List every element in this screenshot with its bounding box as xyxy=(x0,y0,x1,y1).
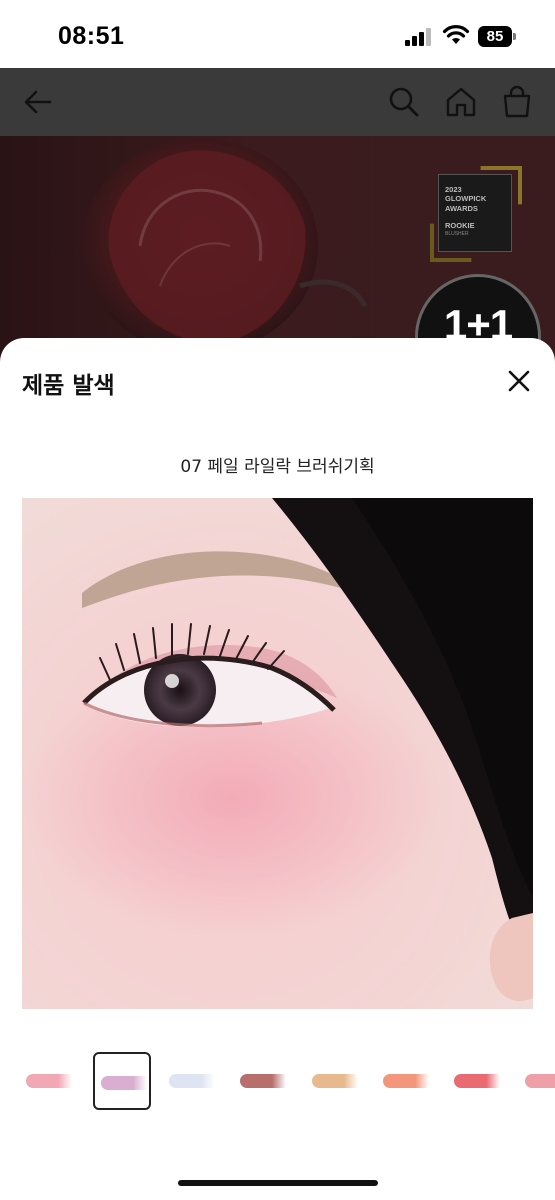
swatch-color xyxy=(169,1074,215,1088)
glowpick-award-badge: 2023 GLOWPICK AWARDS ROOKIE BLUSHER xyxy=(430,166,522,262)
award-line2: AWARDS xyxy=(445,203,478,213)
swatch-color xyxy=(26,1074,72,1088)
battery-indicator: 85 xyxy=(478,26,518,47)
wifi-icon xyxy=(442,25,470,44)
close-icon[interactable] xyxy=(502,364,536,398)
model-eye-photo xyxy=(22,498,533,1009)
swatch-option-selected[interactable] xyxy=(93,1052,151,1110)
swatch-option[interactable] xyxy=(234,1052,292,1110)
swatch-option[interactable] xyxy=(519,1052,555,1110)
swatch-color xyxy=(454,1074,500,1088)
shopping-bag-icon[interactable] xyxy=(499,84,535,120)
color-swatch-sheet: 제품 발색 07 페일 라일락 브러쉬기획 xyxy=(0,338,555,1200)
home-icon[interactable] xyxy=(443,84,479,120)
status-time: 08:51 xyxy=(58,22,125,50)
shade-name: 07 페일 라일락 브러쉬기획 xyxy=(180,457,375,477)
award-year: 2023 xyxy=(445,185,462,194)
app-header xyxy=(0,68,555,136)
battery-tip xyxy=(513,33,516,40)
home-indicator[interactable] xyxy=(178,1180,378,1186)
swatch-color xyxy=(312,1074,358,1088)
swatch-option[interactable] xyxy=(448,1052,506,1110)
battery-level: 85 xyxy=(478,26,512,47)
swatch-color xyxy=(101,1076,147,1090)
swatch-color xyxy=(383,1074,429,1088)
search-icon[interactable] xyxy=(386,84,422,120)
swatch-photo xyxy=(22,498,533,1009)
swatch-option[interactable] xyxy=(306,1052,364,1110)
cellular-signal-icon xyxy=(405,28,431,46)
sheet-title: 제품 발색 xyxy=(22,373,115,399)
award-category: BLUSHER xyxy=(445,230,469,237)
swatch-option[interactable] xyxy=(377,1052,435,1110)
award-rank: ROOKIE xyxy=(445,221,475,231)
back-arrow-icon[interactable] xyxy=(20,84,56,120)
award-line1: GLOWPICK xyxy=(445,194,487,204)
swatch-color xyxy=(240,1074,286,1088)
swatch-color xyxy=(525,1074,555,1088)
swatch-option[interactable] xyxy=(20,1052,78,1110)
status-bar: 08:51 85 xyxy=(0,0,555,68)
swatch-option[interactable] xyxy=(163,1052,221,1110)
award-label: 2023 GLOWPICK AWARDS ROOKIE BLUSHER xyxy=(438,174,512,252)
swatch-selector xyxy=(0,1052,555,1110)
